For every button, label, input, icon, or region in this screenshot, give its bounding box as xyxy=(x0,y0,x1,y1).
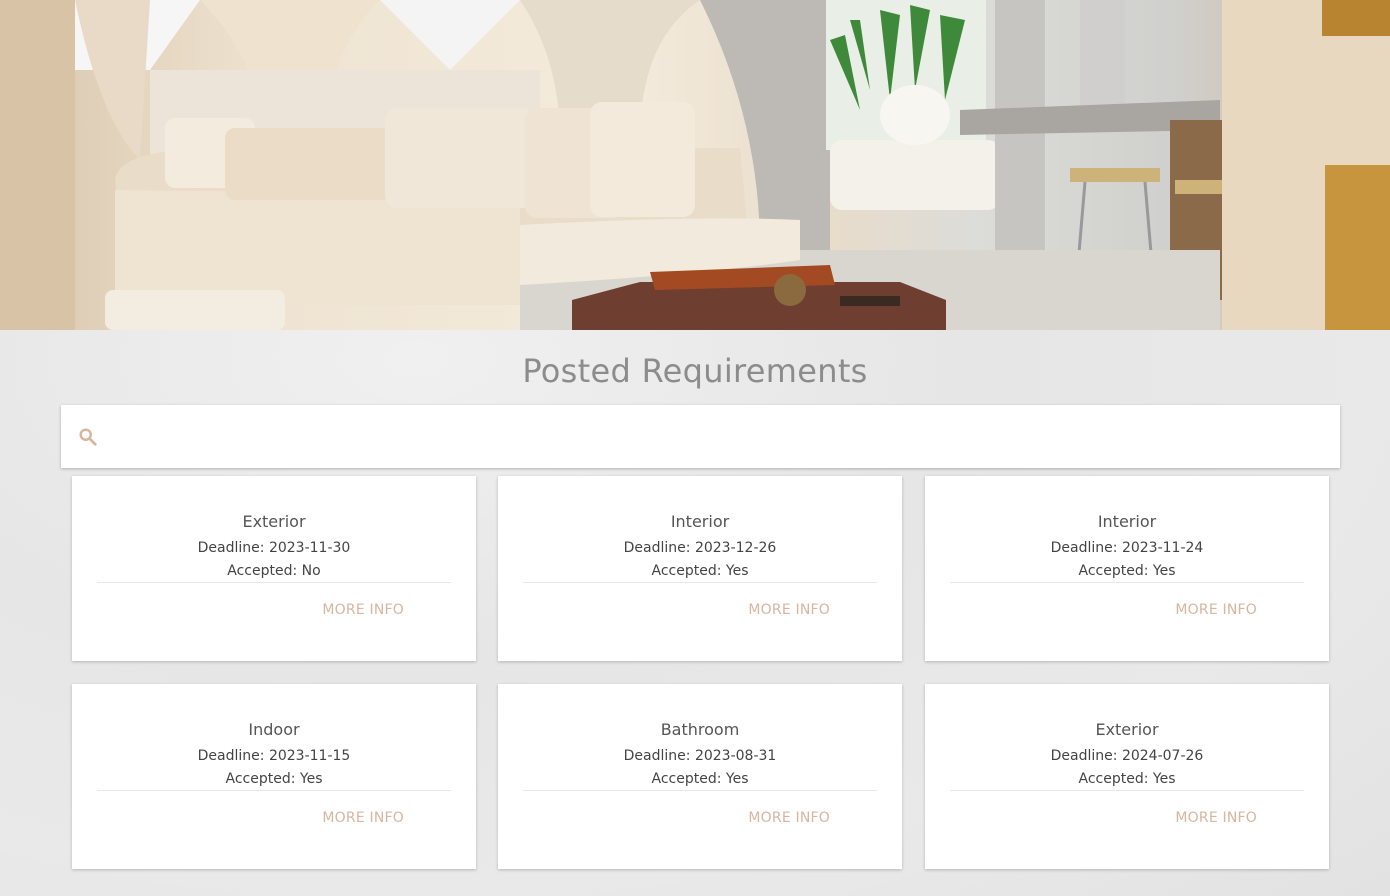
card-category: Exterior xyxy=(242,512,306,531)
requirement-card: Exterior Deadline: 2023-11-30 Accepted: … xyxy=(72,476,476,661)
search-bar xyxy=(61,405,1340,468)
deadline-value: 2023-12-26 xyxy=(694,540,777,556)
card-deadline: Deadline: 2024-07-26 xyxy=(925,748,1329,764)
card-accepted: Accepted: No xyxy=(72,563,476,579)
card-divider xyxy=(950,582,1304,583)
accepted-value: Yes xyxy=(1152,563,1176,579)
deadline-value: 2023-11-24 xyxy=(1121,540,1204,556)
accepted-label: Accepted: xyxy=(651,563,722,579)
card-category: Interior xyxy=(1097,512,1157,531)
deadline-value: 2024-07-26 xyxy=(1121,748,1204,764)
card-accepted: Accepted: Yes xyxy=(498,771,902,787)
card-category: Interior xyxy=(670,512,730,531)
card-divider xyxy=(950,790,1304,791)
card-category: Bathroom xyxy=(660,720,740,739)
card-divider xyxy=(97,582,451,583)
deadline-value: 2023-11-30 xyxy=(268,540,351,556)
deadline-label: Deadline: xyxy=(623,540,691,556)
requirement-card: Bathroom Deadline: 2023-08-31 Accepted: … xyxy=(498,684,902,869)
accepted-label: Accepted: xyxy=(1078,563,1149,579)
deadline-value: 2023-08-31 xyxy=(694,748,777,764)
hero-banner-image xyxy=(0,0,1390,330)
card-category: Exterior xyxy=(1095,720,1159,739)
accepted-label: Accepted: xyxy=(225,771,296,787)
accepted-value: Yes xyxy=(299,771,323,787)
accepted-value: Yes xyxy=(725,771,749,787)
card-deadline: Deadline: 2023-08-31 xyxy=(498,748,902,764)
accepted-label: Accepted: xyxy=(227,563,298,579)
card-category: Indoor xyxy=(248,720,300,739)
requirement-card: Exterior Deadline: 2024-07-26 Accepted: … xyxy=(925,684,1329,869)
more-info-button[interactable]: MORE INFO xyxy=(322,810,404,826)
card-divider xyxy=(97,790,451,791)
accepted-label: Accepted: xyxy=(651,771,722,787)
more-info-button[interactable]: MORE INFO xyxy=(748,810,830,826)
card-accepted: Accepted: Yes xyxy=(498,563,902,579)
requirement-card: Interior Deadline: 2023-12-26 Accepted: … xyxy=(498,476,902,661)
accepted-value: Yes xyxy=(1152,771,1176,787)
deadline-label: Deadline: xyxy=(623,748,691,764)
card-accepted: Accepted: Yes xyxy=(72,771,476,787)
page-title: Posted Requirements xyxy=(522,352,868,390)
deadline-label: Deadline: xyxy=(197,540,265,556)
card-deadline: Deadline: 2023-12-26 xyxy=(498,540,902,556)
more-info-button[interactable]: MORE INFO xyxy=(748,602,830,618)
more-info-button[interactable]: MORE INFO xyxy=(1175,602,1257,618)
card-deadline: Deadline: 2023-11-30 xyxy=(72,540,476,556)
accepted-value: Yes xyxy=(725,563,749,579)
search-input[interactable] xyxy=(109,415,1324,458)
more-info-button[interactable]: MORE INFO xyxy=(322,602,404,618)
card-divider xyxy=(523,790,877,791)
search-icon xyxy=(77,426,99,448)
living-room-illustration xyxy=(0,0,1390,330)
card-accepted: Accepted: Yes xyxy=(925,563,1329,579)
requirement-card: Interior Deadline: 2023-11-24 Accepted: … xyxy=(925,476,1329,661)
deadline-value: 2023-11-15 xyxy=(268,748,351,764)
accepted-value: No xyxy=(301,563,321,579)
accepted-label: Accepted: xyxy=(1078,771,1149,787)
more-info-button[interactable]: MORE INFO xyxy=(1175,810,1257,826)
card-accepted: Accepted: Yes xyxy=(925,771,1329,787)
deadline-label: Deadline: xyxy=(197,748,265,764)
deadline-label: Deadline: xyxy=(1050,748,1118,764)
deadline-label: Deadline: xyxy=(1050,540,1118,556)
card-deadline: Deadline: 2023-11-24 xyxy=(925,540,1329,556)
card-deadline: Deadline: 2023-11-15 xyxy=(72,748,476,764)
requirement-card: Indoor Deadline: 2023-11-15 Accepted: Ye… xyxy=(72,684,476,869)
card-divider xyxy=(523,582,877,583)
